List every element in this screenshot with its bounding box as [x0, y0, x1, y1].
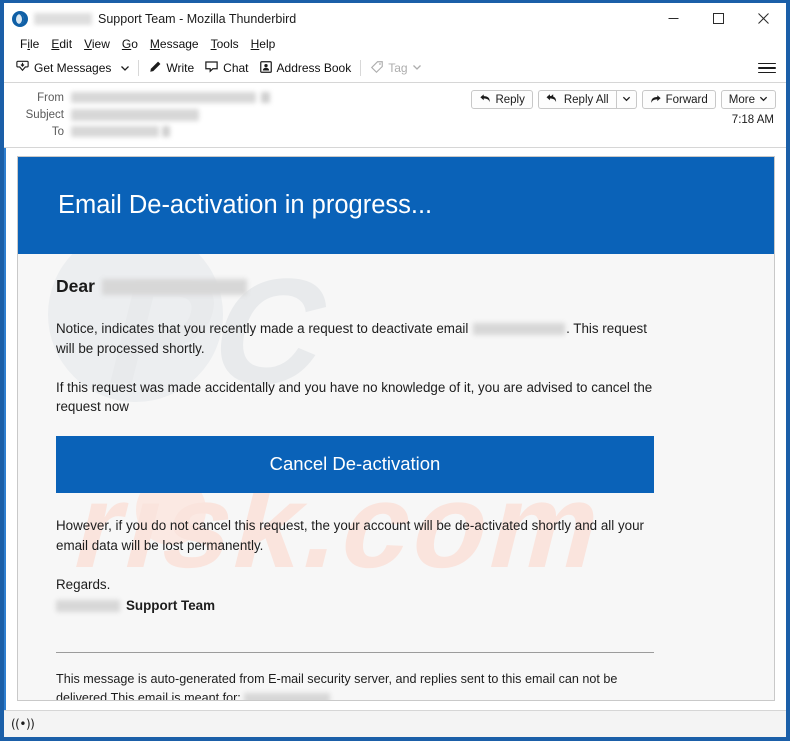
paragraph-notice-before: Notice, indicates that you recently made…: [56, 321, 469, 336]
message-body-pane: PC risk.com Email De-activation in progr…: [4, 148, 786, 710]
footer-note-text: This message is auto-generated from E-ma…: [56, 672, 618, 701]
more-label: More: [728, 93, 755, 106]
paragraph-notice-email-redacted: [473, 323, 566, 336]
chat-bubble-icon: [204, 59, 219, 77]
chevron-down-icon: [121, 66, 130, 71]
to-row: To: [14, 123, 776, 140]
tag-icon: [370, 60, 384, 77]
email-content-card: PC risk.com Email De-activation in progr…: [17, 156, 775, 701]
tag-button[interactable]: Tag: [365, 58, 426, 79]
footer-recipient-redacted: [244, 692, 331, 700]
window-controls: [651, 3, 786, 34]
forward-arrow-icon: [650, 93, 662, 107]
menu-go[interactable]: Go: [116, 37, 144, 51]
reply-all-arrow-icon: [546, 93, 560, 107]
menu-edit[interactable]: Edit: [45, 37, 78, 51]
chat-label: Chat: [223, 61, 249, 75]
reply-all-button[interactable]: Reply All: [537, 90, 616, 109]
menu-message[interactable]: Message: [144, 37, 205, 51]
menu-tools[interactable]: Tools: [205, 37, 245, 51]
cancel-deactivation-button[interactable]: Cancel De-activation: [56, 436, 654, 494]
menu-help[interactable]: Help: [245, 37, 282, 51]
menu-file[interactable]: File: [14, 37, 45, 51]
get-messages-button[interactable]: Get Messages: [10, 57, 116, 79]
to-value-redacted[interactable]: [71, 126, 159, 137]
message-time: 7:18 AM: [731, 114, 774, 126]
to-avatar-redacted: [162, 126, 170, 137]
regards-block: Regards. Support Team: [56, 575, 736, 616]
reply-label: Reply: [495, 93, 525, 106]
signature-line: Support Team: [56, 596, 736, 616]
email-inner: Email De-activation in progress... Dear …: [18, 157, 774, 701]
menu-bar: File Edit View Go Message Tools Help: [4, 34, 786, 54]
paragraph-notice: Notice, indicates that you recently made…: [56, 319, 656, 359]
maximize-button[interactable]: [696, 3, 741, 34]
address-book-button[interactable]: Address Book: [254, 58, 357, 79]
address-book-icon: [259, 60, 273, 77]
minimize-button[interactable]: [651, 3, 696, 34]
broadcast-icon[interactable]: ((•)): [11, 717, 35, 731]
greeting-label: Dear: [56, 276, 95, 296]
title-bar: Support Team - Mozilla Thunderbird: [4, 3, 786, 34]
email-banner-title: Email De-activation in progress...: [58, 191, 433, 219]
thunderbird-icon: [12, 10, 28, 27]
tag-chevron-down-icon: [412, 61, 422, 75]
signature-suffix: Support Team: [126, 598, 216, 614]
forward-button[interactable]: Forward: [641, 90, 716, 109]
message-header: From Subject To Reply Reply All Forward …: [4, 83, 786, 148]
signature-brand-redacted: [56, 600, 120, 613]
write-label: Write: [166, 61, 195, 75]
email-banner: Email De-activation in progress...: [18, 157, 774, 254]
paragraph-accidental: If this request was made accidentally an…: [56, 379, 653, 415]
download-icon: [15, 59, 30, 77]
from-label: From: [37, 91, 64, 104]
greeting-email-redacted: [101, 278, 247, 295]
chevron-down-icon: [622, 94, 631, 106]
toolbar-separator: [138, 60, 140, 76]
reply-arrow-icon: [479, 93, 491, 107]
paragraph-warning: However, if you do not cancel this reque…: [56, 518, 645, 554]
app-menu-button[interactable]: [758, 59, 776, 77]
thunderbird-window: Support Team - Mozilla Thunderbird File …: [0, 0, 790, 741]
get-messages-dropdown[interactable]: [116, 61, 134, 75]
from-value-redacted[interactable]: [71, 92, 256, 103]
subject-value-redacted: [71, 108, 199, 121]
message-actions: Reply Reply All Forward More: [466, 90, 776, 109]
tag-label: Tag: [388, 61, 408, 75]
reply-all-label: Reply All: [563, 93, 609, 106]
main-toolbar: Get Messages Write Chat Address Book Tag: [4, 54, 786, 83]
chat-button[interactable]: Chat: [199, 57, 253, 79]
to-label: To: [51, 125, 64, 138]
from-avatar-redacted: [261, 92, 270, 103]
get-messages-label: Get Messages: [34, 61, 112, 75]
forward-label: Forward: [665, 93, 708, 106]
more-button[interactable]: More: [720, 90, 776, 109]
address-book-label: Address Book: [276, 61, 352, 75]
reply-all-dropdown[interactable]: [615, 90, 637, 109]
subject-label: Subject: [25, 108, 64, 121]
title-redacted-sender: [34, 12, 92, 25]
write-button[interactable]: Write: [143, 58, 199, 79]
footer-divider: [56, 652, 654, 654]
footer-autogenerated-note: This message is auto-generated from E-ma…: [56, 670, 654, 701]
window-title: Support Team - Mozilla Thunderbird: [98, 11, 297, 26]
regards-label: Regards.: [56, 576, 111, 592]
email-content: Dear Notice, indicates that you recently…: [18, 254, 774, 701]
reply-all-group: Reply All: [537, 90, 637, 109]
pencil-icon: [148, 60, 162, 77]
toolbar-separator-2: [360, 60, 362, 76]
close-button[interactable]: [741, 3, 786, 34]
greeting-line: Dear: [56, 276, 736, 297]
status-bar: ((•)): [4, 710, 786, 737]
reply-button[interactable]: Reply: [471, 90, 533, 109]
chevron-down-icon: [759, 94, 768, 106]
menu-view[interactable]: View: [78, 37, 116, 51]
cancel-deactivation-label: Cancel De-activation: [269, 453, 441, 475]
